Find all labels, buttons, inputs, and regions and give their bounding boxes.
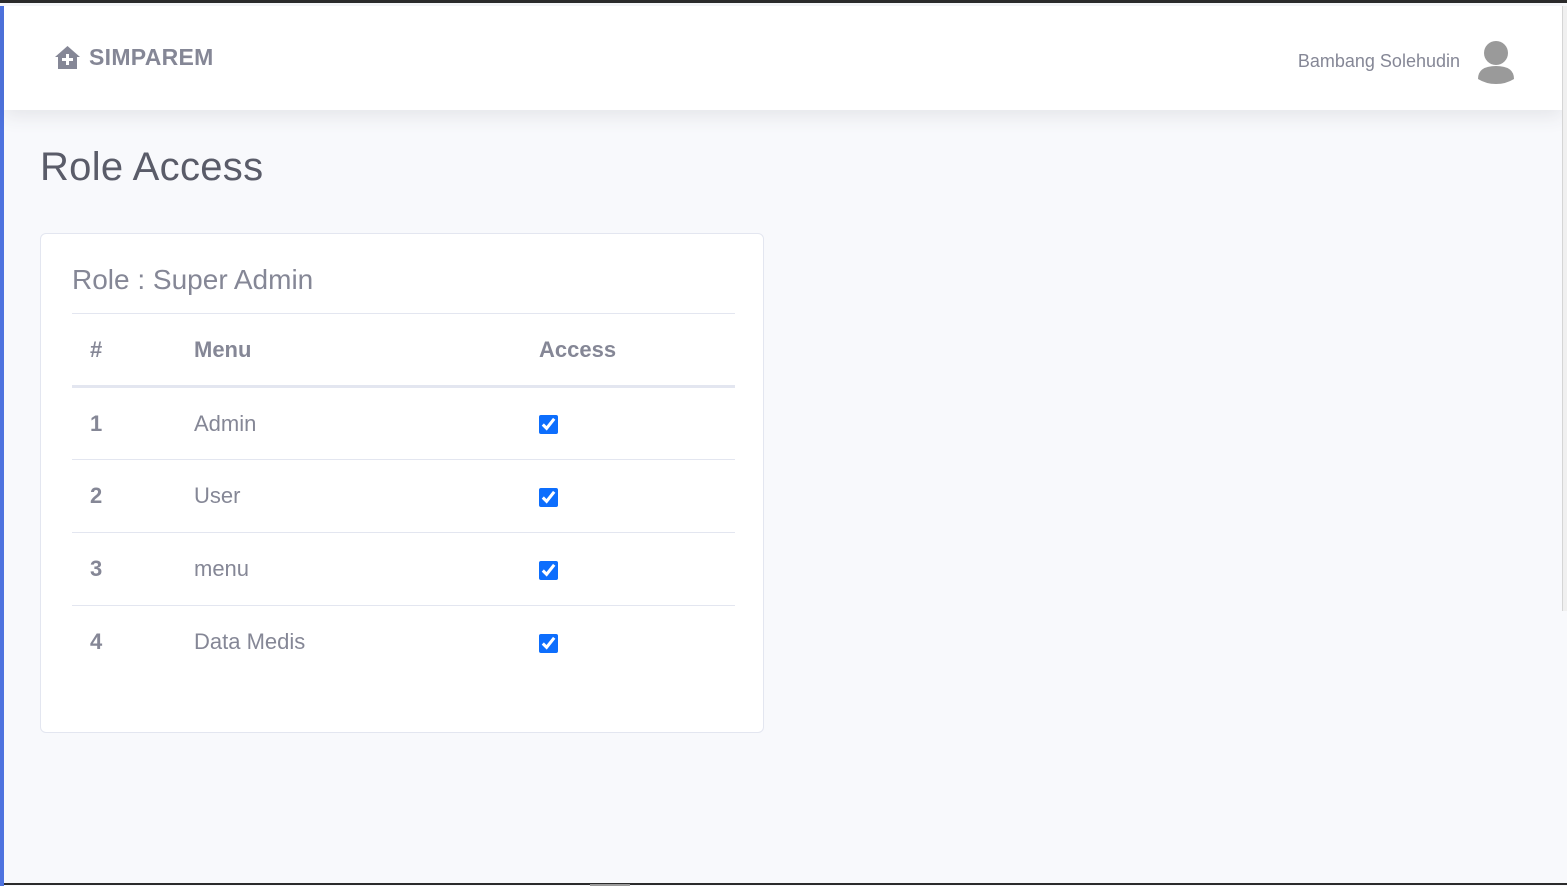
topbar: SIMPAREM Bambang Solehudin — [4, 6, 1563, 110]
access-checkbox[interactable] — [539, 415, 558, 435]
column-header-number: # — [90, 336, 103, 362]
user-name: Bambang Solehudin — [1297, 51, 1460, 71]
row-number: 2 — [90, 483, 103, 508]
role-access-card: Role : Super Admin # Menu Access 1 Admin… — [40, 233, 764, 733]
house-plus-icon — [54, 45, 81, 70]
row-number: 3 — [90, 556, 103, 581]
user-avatar-icon — [1476, 39, 1516, 84]
sidebar-edge — [0, 6, 4, 886]
access-checkbox[interactable] — [539, 633, 558, 653]
brand-name: SIMPAREM — [89, 44, 214, 70]
column-header-access: Access — [539, 336, 617, 362]
scrollbar[interactable] — [1562, 6, 1567, 611]
table-row: 3 menu — [72, 533, 735, 606]
user-menu[interactable]: Bambang Solehudin — [1298, 39, 1516, 84]
access-checkbox[interactable] — [539, 487, 558, 507]
brand-link[interactable]: SIMPAREM — [54, 44, 214, 71]
app-window: SIMPAREM Bambang Solehudin Role Access R… — [0, 0, 1567, 886]
role-access-table: # Menu Access 1 Admin 2 User 3 menu 4 Da… — [72, 313, 735, 679]
page-title: Role Access — [40, 145, 264, 189]
table-row: 1 Admin — [72, 387, 735, 460]
role-heading: Role : Super Admin — [72, 264, 314, 295]
row-menu-name: User — [194, 483, 241, 508]
access-checkbox[interactable] — [539, 560, 558, 580]
table-header-row: # Menu Access — [72, 313, 735, 387]
table-row: 2 User — [72, 460, 735, 533]
row-menu-name: Data Medis — [194, 629, 306, 655]
row-menu-name: Admin — [194, 410, 257, 436]
row-menu-name: menu — [194, 556, 250, 581]
table-row: 4 Data Medis — [72, 606, 735, 679]
column-header-menu: Menu — [194, 336, 252, 362]
row-number: 1 — [90, 410, 103, 436]
row-number: 4 — [90, 629, 103, 655]
